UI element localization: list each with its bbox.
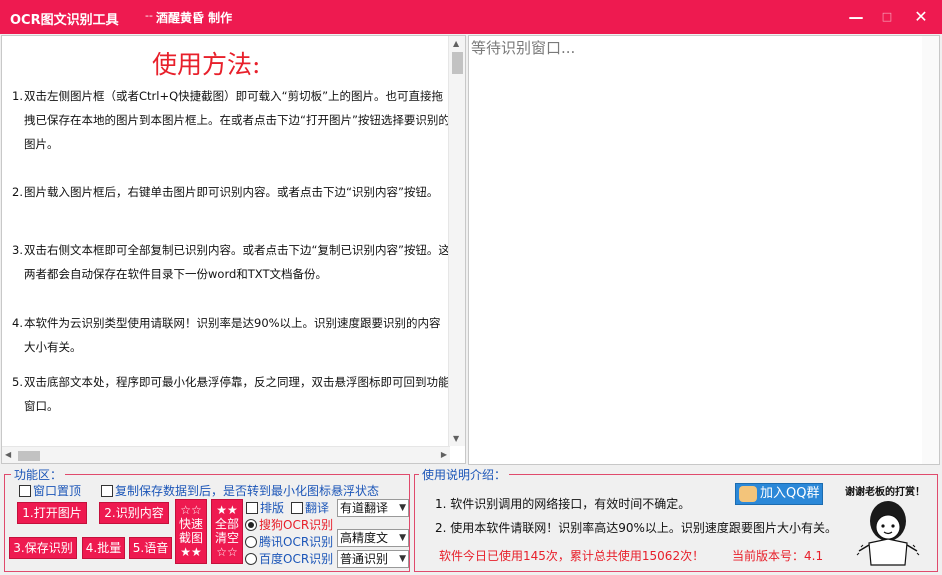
instruction-item-4: 4. 本软件为云识别类型使用请联网！识别率是达90%以上。识别速度跟要识别的内容… [12, 311, 452, 359]
instruction-item-3: 3. 双击右侧文本框即可全部复制已识别内容。或者点击下边“复制已识别内容”按钮。… [12, 238, 452, 286]
instruction-text: 本软件为云识别类型使用请联网！识别率是达90%以上。识别速度跟要识别的内容大小有… [24, 316, 441, 354]
open-image-button[interactable]: 1.打开图片 [17, 502, 87, 524]
title-bar[interactable]: OCR图文识别工具 -- 酒醒黄昏 制作 — □ ✕ [0, 0, 942, 34]
horizontal-scrollbar[interactable]: ◀ ▶ [2, 446, 450, 463]
scrollbar-thumb[interactable] [18, 451, 40, 461]
radio-baidu-ocr[interactable]: 百度OCR识别 [245, 550, 333, 567]
recognize-button[interactable]: 2.识别内容 [99, 502, 169, 524]
scroll-up-icon[interactable]: ▲ [453, 39, 459, 48]
clear-all-button[interactable]: ★★ 全部 清空 ☆☆ [211, 499, 243, 564]
select-value: 高精度文 [340, 531, 389, 545]
radio-label: 腾讯OCR识别 [259, 535, 334, 549]
minimize-button[interactable]: — [845, 6, 867, 28]
radio-dot[interactable] [245, 536, 257, 548]
qq-button-label: 加入QQ群 [760, 486, 820, 501]
chevron-down-icon[interactable]: ▼ [399, 500, 406, 516]
translate-checkbox[interactable]: 翻译 [291, 499, 329, 516]
quick-screenshot-button[interactable]: ☆☆ 快速 截图 ★★ [175, 499, 207, 564]
instruction-number: 2. [12, 185, 23, 199]
checkbox-label: 窗口置顶 [33, 484, 82, 498]
button-line: ☆☆ [216, 545, 238, 559]
radio-dot[interactable] [245, 553, 257, 565]
instruction-number: 4. [12, 316, 23, 330]
checkbox-label: 排版 [260, 501, 285, 515]
instructions-title: 使用方法: [152, 50, 261, 79]
vertical-scrollbar[interactable] [922, 36, 939, 464]
instruction-text: 双击左侧图片框（或者Ctrl+Q快捷截图）即可载入“剪切板”上的图片。也可直接拖… [24, 89, 450, 151]
checkbox-label: 翻译 [305, 501, 330, 515]
copy-float-checkbox[interactable]: 复制保存数据到后，是否转到最小化图标悬浮状态 [101, 482, 379, 499]
button-line: 快速 [178, 517, 203, 531]
function-group: 功能区： 窗口置顶 复制保存数据到后，是否转到最小化图标悬浮状态 1.打开图片 … [4, 466, 410, 572]
button-line: 截图 [178, 531, 203, 545]
guide-group-legend: 使用说明介绍： [419, 466, 510, 483]
instruction-item-5: 5. 双击底部文本处，程序即可最小化悬浮停靠，反之同理，双击悬浮图标即可回到功能… [12, 370, 452, 418]
checkbox-box[interactable] [291, 502, 303, 514]
radio-tencent-ocr[interactable]: 腾讯OCR识别 [245, 533, 333, 550]
instruction-item-2: 2. 图片载入图片框后，右键单击图片即可识别内容。或者点击下边“识别内容”按钮。 [12, 180, 452, 204]
donation-avatar-icon[interactable] [855, 499, 921, 569]
voice-button[interactable]: 5.语音 [129, 537, 172, 559]
donation-thanks-text: 谢谢老板的打赏！ [845, 487, 925, 498]
checkbox-box[interactable] [246, 502, 258, 514]
instruction-number: 1. [12, 89, 23, 103]
vertical-scrollbar[interactable]: ▲ ▼ [448, 36, 465, 446]
checkbox-box[interactable] [101, 485, 113, 497]
batch-button[interactable]: 4.批量 [82, 537, 125, 559]
button-line: ★★ [216, 503, 238, 517]
select-value: 有道翻译 [340, 501, 389, 515]
image-drop-panel[interactable]: 使用方法: 1. 双击左侧图片框（或者Ctrl+Q快捷截图）即可载入“剪切板”上… [1, 35, 466, 464]
maximize-button[interactable]: □ [876, 6, 898, 28]
instruction-text: 双击右侧文本框即可全部复制已识别内容。或者点击下边“复制已识别内容”按钮。这两者… [24, 243, 450, 281]
recognition-mode-select[interactable]: 普通识别 ▼ [337, 550, 409, 568]
app-author: 酒醒黄昏 制作 [156, 11, 233, 25]
guide-line-2: 2. 使用本软件请联网！识别率高达90%以上。识别速度跟要图片大小有关。 [435, 521, 837, 535]
app-title: OCR图文识别工具 [10, 13, 119, 28]
version-label: 当前版本号：4.1 [732, 549, 824, 563]
radio-label: 百度OCR识别 [259, 552, 334, 566]
guide-line-1: 1. 软件识别调用的网络接口，有效时间不确定。 [435, 497, 691, 511]
close-button[interactable]: ✕ [910, 6, 932, 28]
button-line: 全部 [214, 517, 239, 531]
button-line: ☆☆ [180, 503, 202, 517]
function-group-legend: 功能区： [11, 466, 66, 483]
chevron-down-icon[interactable]: ▼ [399, 551, 406, 567]
app-window: OCR图文识别工具 -- 酒醒黄昏 制作 — □ ✕ 使用方法: 1. 双击左侧… [0, 0, 942, 575]
button-line: 清空 [214, 531, 239, 545]
scrollbar-thumb[interactable] [452, 52, 463, 74]
button-line: ★★ [180, 545, 202, 559]
join-qq-group-button[interactable]: 加入QQ群 [735, 483, 823, 505]
layout-checkbox[interactable]: 排版 [246, 499, 284, 516]
result-placeholder: 等待识别窗口... [471, 39, 576, 57]
scroll-left-icon[interactable]: ◀ [5, 450, 11, 459]
qq-group-icon [739, 486, 757, 502]
radio-dot[interactable] [245, 519, 257, 531]
scroll-down-icon[interactable]: ▼ [453, 434, 459, 443]
usage-stats[interactable]: 软件今日已使用145次，累计总共使用15062次！ [439, 547, 704, 564]
select-value: 普通识别 [340, 552, 389, 566]
result-textarea[interactable]: 等待识别窗口... [468, 35, 940, 465]
instruction-text: 双击底部文本处，程序即可最小化悬浮停靠，反之同理，双击悬浮图标即可回到功能窗口。 [24, 375, 450, 413]
instruction-text: 图片载入图片框后，右键单击图片即可识别内容。或者点击下边“识别内容”按钮。 [24, 185, 439, 199]
scroll-right-icon[interactable]: ▶ [441, 450, 447, 459]
radio-label: 搜狗OCR识别 [259, 518, 334, 532]
topmost-checkbox[interactable]: 窗口置顶 [19, 482, 81, 499]
guide-group: 使用说明介绍： 1. 软件识别调用的网络接口，有效时间不确定。 2. 使用本软件… [414, 466, 938, 572]
instruction-item-1: 1. 双击左侧图片框（或者Ctrl+Q快捷截图）即可载入“剪切板”上的图片。也可… [12, 84, 452, 156]
instruction-number: 5. [12, 375, 23, 389]
radio-sogou-ocr[interactable]: 搜狗OCR识别 [245, 516, 333, 533]
instruction-number: 3. [12, 243, 23, 257]
save-result-button[interactable]: 3.保存识别 [9, 537, 77, 559]
chevron-down-icon[interactable]: ▼ [399, 530, 406, 546]
checkbox-box[interactable] [19, 485, 31, 497]
checkbox-label: 复制保存数据到后，是否转到最小化图标悬浮状态 [115, 484, 380, 498]
title-separator: -- [145, 9, 153, 22]
translate-engine-select[interactable]: 有道翻译 ▼ [337, 499, 409, 517]
precision-select[interactable]: 高精度文 ▼ [337, 529, 409, 547]
